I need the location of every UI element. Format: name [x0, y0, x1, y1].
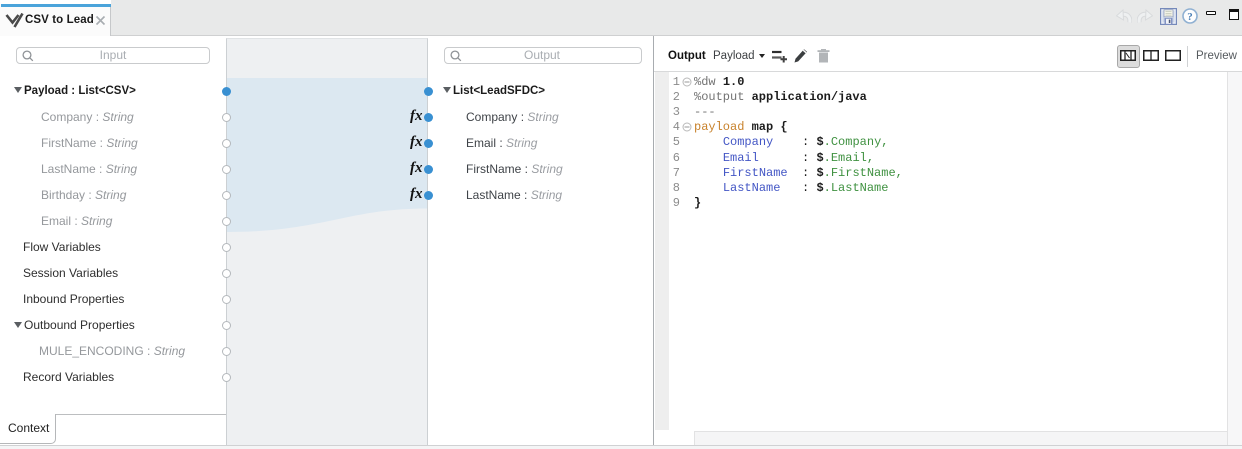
- svg-text:?: ?: [1187, 11, 1193, 23]
